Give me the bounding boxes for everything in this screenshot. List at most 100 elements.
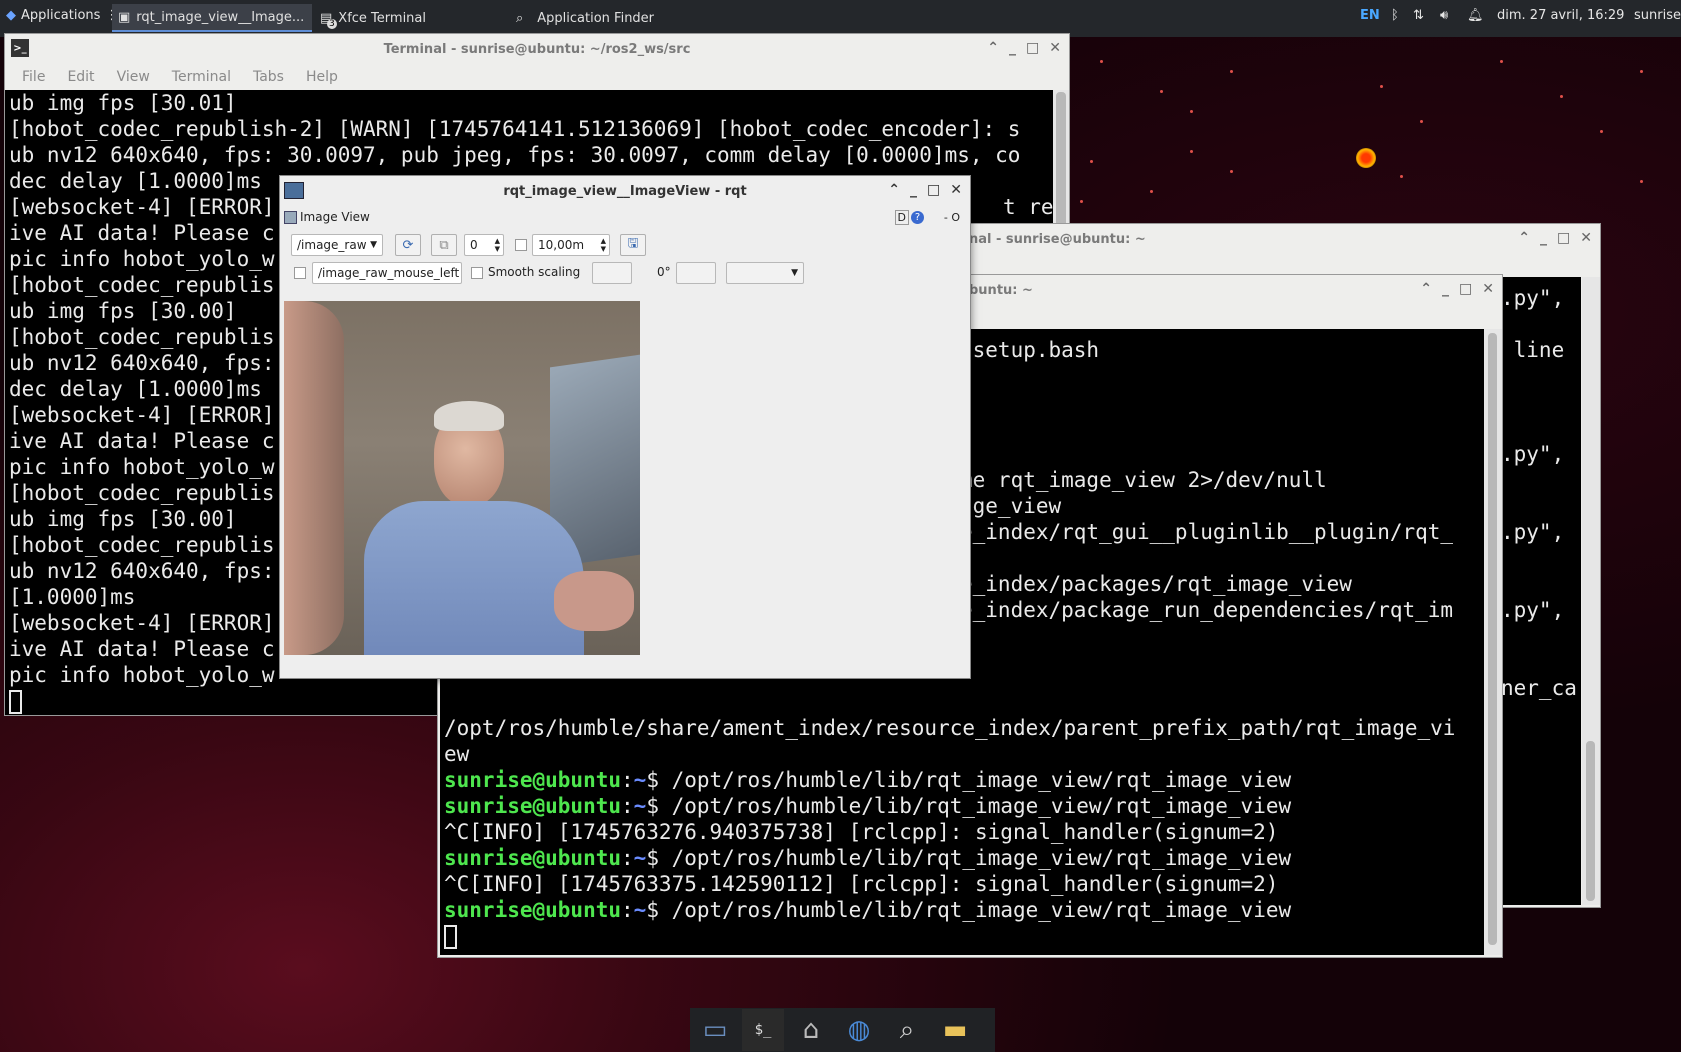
maximize-icon[interactable]: □	[927, 182, 940, 198]
terminal-icon[interactable]: $_	[742, 1009, 784, 1051]
smooth-scaling-checkbox[interactable]	[471, 267, 483, 279]
terminal-icon: ▤ 3	[320, 10, 337, 29]
mouse-topic-field[interactable]: /image_raw_mouse_left	[312, 262, 462, 284]
search-icon: ⌕	[516, 10, 524, 26]
search-icon[interactable]: ⌕	[886, 1009, 928, 1051]
terminal-line: e_index/package_run_dependencies/rqt_im	[960, 598, 1454, 622]
titlebar[interactable]: >_ Terminal - sunrise@ubuntu: ~/ros2_ws/…	[5, 34, 1069, 64]
notification-icon[interactable]: 🔔︎	[1467, 8, 1484, 23]
chevron-down-icon: ▼	[791, 268, 798, 278]
min-range-spinbox[interactable]: 0 ▲ ▼	[464, 234, 504, 256]
terminal-line: [hobot_codec_republish-2] [WARN] [174576…	[9, 117, 1021, 141]
spin-arrows-icon: ▲ ▼	[494, 237, 500, 253]
topic-select[interactable]: /image_raw ▼	[291, 234, 383, 256]
terminal-line-fragment: .py",	[1501, 520, 1565, 544]
close-icon[interactable]: ✕	[1580, 230, 1592, 246]
menubar: File Edit View Terminal Tabs Help	[5, 64, 1069, 90]
terminal-command-line: sunrise@ubuntu:~$ /opt/ros/humble/lib/rq…	[444, 898, 1292, 922]
minimize-icon[interactable]: _	[1009, 40, 1016, 56]
close-icon[interactable]: ✕	[1049, 40, 1061, 56]
menu-tabs[interactable]: Tabs	[253, 69, 284, 85]
max-range-spinbox[interactable]: 10,00m ▲ ▼	[532, 234, 610, 256]
keyboard-layout[interactable]: EN	[1360, 8, 1380, 23]
terminal-line-fragment: line	[1501, 338, 1565, 362]
titlebar[interactable]: rqt_image_view__ImageView - rqt ⌃ _ □ ✕	[280, 176, 970, 206]
save-image-button[interactable]: 🖫	[620, 234, 646, 256]
volume-icon[interactable]: 🔊︎	[1440, 8, 1448, 23]
minimize-icon[interactable]: _	[1540, 230, 1547, 246]
menu-edit[interactable]: Edit	[67, 69, 94, 85]
prompt-path: ~	[633, 768, 647, 792]
menu-file[interactable]: File	[22, 69, 45, 85]
dynamic-range-checkbox[interactable]	[515, 239, 527, 251]
terminal-line: me rqt_image_view 2>/dev/null	[960, 468, 1327, 492]
terminal-command-line: sunrise@ubuntu:~$ /opt/ros/humble/lib/rq…	[444, 846, 1292, 870]
desktop-icon[interactable]: ▭	[694, 1009, 736, 1051]
terminal-line: ew	[444, 742, 470, 766]
smooth-scaling-label: Smooth scaling	[488, 265, 581, 279]
zoom-1-button[interactable]: ⧉	[431, 234, 457, 256]
terminal-line: e_index/rqt_gui__pluginlib__plugin/rqt_	[960, 520, 1454, 544]
camera-image[interactable]	[284, 301, 640, 655]
top-panel: ◆ Applications ⋮ ▣ rqt_image_view__Image…	[0, 0, 1681, 37]
plugin-controls[interactable]: - O	[944, 211, 960, 224]
terminal-line: ub img fps [30.01]	[9, 91, 237, 115]
terminal-cursor	[444, 923, 1455, 949]
rotate-left-button[interactable]	[592, 262, 632, 284]
chevron-down-icon: ▼	[370, 240, 377, 250]
terminal-line-fragment: .py",	[1501, 442, 1565, 466]
shade-icon[interactable]: ⌃	[1420, 281, 1432, 297]
task-appfinder[interactable]: ⌕ Application Finder	[510, 4, 710, 32]
terminal-line: e_index/packages/rqt_image_view	[960, 572, 1352, 596]
minimize-icon[interactable]: _	[1442, 281, 1449, 297]
close-icon[interactable]: ✕	[950, 182, 962, 198]
network-icon[interactable]: ⇅	[1413, 8, 1424, 23]
terminal-app-icon: >_	[11, 39, 29, 57]
user-menu[interactable]: sunrise	[1634, 8, 1681, 23]
refresh-topics-button[interactable]: ⟳	[395, 234, 421, 256]
menu-terminal[interactable]: Terminal	[172, 69, 231, 85]
clock[interactable]: dim. 27 avril, 16:29	[1497, 8, 1624, 23]
maximize-icon[interactable]: □	[1026, 40, 1039, 56]
rqt-window[interactable]: rqt_image_view__ImageView - rqt ⌃ _ □ ✕ …	[279, 175, 971, 679]
dock-toggle-button[interactable]: D	[894, 209, 909, 225]
task-rqt[interactable]: ▣ rqt_image_view__Image...	[112, 4, 312, 32]
shade-icon[interactable]: ⌃	[987, 40, 999, 56]
prompt-user: sunrise@ubuntu	[444, 898, 622, 922]
terminal-line: /setup.bash	[960, 338, 1100, 362]
publish-mouse-checkbox[interactable]	[294, 267, 306, 279]
color-scheme-select[interactable]: ▼	[726, 262, 804, 284]
scrollbar[interactable]	[1484, 329, 1502, 955]
bluetooth-icon[interactable]: ᛒ	[1391, 8, 1399, 23]
close-icon[interactable]: ✕	[1482, 281, 1494, 297]
rotation-label: 0°	[657, 265, 671, 279]
planet-icon	[1356, 148, 1376, 168]
folder-icon[interactable]: ▬	[934, 1009, 976, 1051]
terminal-line: ub nv12 640x640, fps: 30.0097, pub jpeg,…	[9, 143, 1021, 167]
terminal-command-line: sunrise@ubuntu:~$ /opt/ros/humble/lib/rq…	[444, 794, 1292, 818]
menu-help[interactable]: Help	[306, 69, 338, 85]
scrollbar[interactable]	[1582, 277, 1600, 905]
applications-menu[interactable]: ◆ Applications ⋮	[6, 8, 118, 23]
terminal-line-fragment: .py",	[1501, 286, 1565, 310]
maximize-icon[interactable]: □	[1557, 230, 1570, 246]
home-folder-icon[interactable]: ⌂	[790, 1009, 832, 1051]
shade-icon[interactable]: ⌃	[1518, 230, 1530, 246]
shade-icon[interactable]: ⌃	[888, 182, 900, 198]
prompt-path: ~	[633, 898, 647, 922]
browser-icon[interactable]: ◍	[838, 1009, 880, 1051]
rotate-right-button[interactable]	[676, 262, 716, 284]
minimize-icon[interactable]: _	[910, 182, 917, 198]
window-icon: ▣	[118, 9, 131, 25]
terminal-line: ^C[INFO] [1745763276.940375738] [rclcpp]…	[444, 820, 1279, 844]
titlebar[interactable]: nal - sunrise@ubuntu: ~ ⌃ _ □ ✕	[961, 224, 1600, 254]
task-terminal[interactable]: ▤ 3 Xfce Terminal	[314, 4, 494, 32]
menu-view[interactable]: View	[117, 69, 150, 85]
maximize-icon[interactable]: □	[1459, 281, 1472, 297]
help-icon[interactable]: ?	[911, 210, 924, 224]
prompt-path: ~	[633, 846, 647, 870]
prompt-user: sunrise@ubuntu	[444, 846, 622, 870]
